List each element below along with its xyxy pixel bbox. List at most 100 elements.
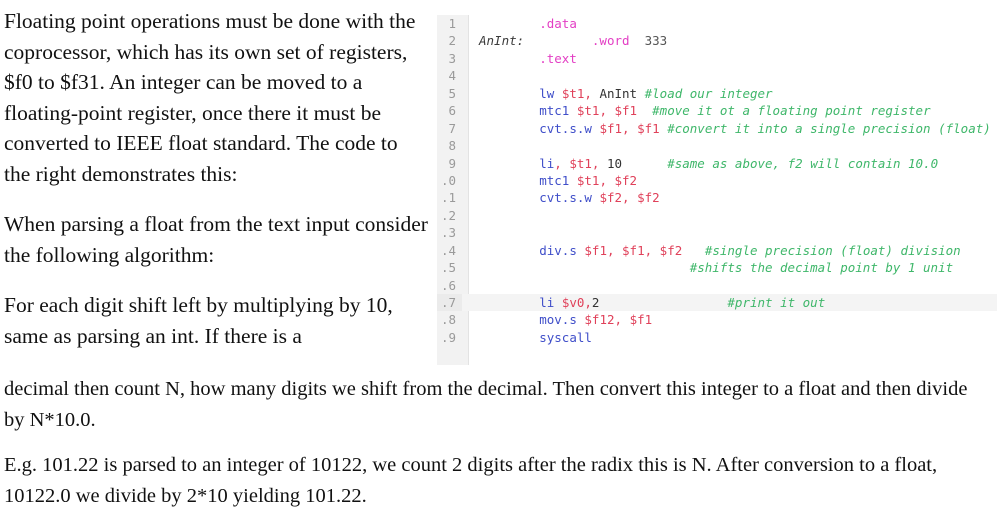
code-token-instruction: div.s bbox=[539, 242, 577, 258]
code-line[interactable]: 6 mtc1 $t1, $f1 #move it ot a floating p… bbox=[437, 102, 997, 120]
code-token-register: $f2 bbox=[599, 190, 623, 206]
code-line[interactable]: 1 .data bbox=[437, 15, 997, 33]
paragraph-example-text: E.g. 101.22 is parsed to an integer of 1… bbox=[4, 454, 938, 507]
code-token-register: $f1 bbox=[637, 120, 660, 136]
line-number: 4 bbox=[437, 67, 462, 85]
code-token-register: , bbox=[554, 155, 570, 171]
code-token-register: $f12 bbox=[584, 312, 615, 328]
code-token-register: , bbox=[614, 312, 630, 328]
code-token-label: AnInt: bbox=[479, 33, 525, 49]
code-line-text: cvt.s.w $f2, $f2 bbox=[479, 189, 660, 206]
code-token-directive: .text bbox=[539, 50, 577, 66]
code-line[interactable]: .8 mov.s $f12, $f1 bbox=[437, 311, 997, 329]
code-line[interactable]: .9 syscall bbox=[437, 328, 997, 347]
line-number: 2 bbox=[437, 32, 462, 50]
code-token-register: $f1 bbox=[614, 103, 638, 119]
code-token-register: $f2 bbox=[637, 190, 660, 206]
code-line[interactable]: .3 bbox=[437, 224, 997, 242]
code-line-text: div.s $f1, $f1, $f2 #single precision (f… bbox=[479, 242, 961, 259]
code-line[interactable]: .6 bbox=[437, 276, 997, 295]
code-line-text: mtc1 $t1, $f2 bbox=[479, 172, 637, 189]
code-token-instruction: mtc1 bbox=[539, 172, 570, 188]
code-token-number: 333 bbox=[644, 33, 668, 49]
code-token-register: , bbox=[599, 103, 615, 119]
code-token-register: $f1 bbox=[629, 312, 653, 328]
code-line-text: mov.s $f12, $f1 bbox=[479, 311, 652, 328]
paragraph-decimal-text: decimal then count N, how many digits we… bbox=[4, 378, 968, 431]
code-line[interactable]: 2 AnInt: .word 333 bbox=[437, 32, 997, 50]
line-number: .0 bbox=[437, 171, 462, 190]
code-token-register: $t1 bbox=[561, 85, 585, 101]
code-token-register: $f2 bbox=[614, 172, 638, 188]
code-line[interactable]: 5 lw $t1, AnInt #load our integer bbox=[437, 84, 997, 103]
code-line[interactable]: .7 li $v0,2 #print it out bbox=[437, 294, 997, 312]
code-line[interactable]: .1 cvt.s.w $f2, $f2 bbox=[437, 189, 997, 207]
code-line-text: li $v0,2 #print it out bbox=[479, 294, 825, 311]
code-lines-container[interactable]: 1 .data 2 AnInt: .word 333 3 .text 4 5 lw $t1… bbox=[437, 15, 997, 347]
code-line[interactable]: 9 li, $t1, 10 #same as above, f2 will co… bbox=[437, 154, 997, 172]
code-token-comment: #same as above, f2 will contain 10.0 bbox=[667, 155, 939, 171]
code-line[interactable]: 3 .text bbox=[437, 49, 997, 68]
code-token-register: , bbox=[622, 120, 638, 136]
code-token-instruction: lw bbox=[539, 85, 555, 101]
code-token-register: , bbox=[584, 295, 592, 310]
code-token-instruction: mov.s bbox=[539, 312, 577, 328]
code-token-register: , bbox=[622, 190, 638, 206]
code-line-text: AnInt: .word 333 bbox=[479, 32, 667, 49]
code-token-comment: #move it ot a floating point register bbox=[652, 103, 931, 119]
code-token-instruction: cvt.s.w bbox=[539, 190, 592, 206]
paragraph-parsing-intro: When parsing a float from the text input… bbox=[4, 212, 428, 267]
line-number: 7 bbox=[437, 119, 462, 138]
line-number: 9 bbox=[437, 154, 462, 172]
line-number: .1 bbox=[437, 189, 462, 207]
code-token-register: , bbox=[606, 242, 623, 258]
code-token-register: $t1 bbox=[576, 172, 600, 188]
code-line-text: syscall bbox=[479, 329, 592, 346]
code-line-text: .data bbox=[479, 15, 577, 32]
code-token-comment: #load our integer bbox=[644, 85, 773, 101]
code-token-register: $t1 bbox=[569, 155, 592, 171]
code-token-register: $f2 bbox=[659, 242, 683, 258]
code-token-register: , bbox=[591, 155, 607, 171]
code-token-register: , bbox=[584, 85, 600, 101]
line-number: 1 bbox=[437, 15, 462, 33]
code-token-comment: #convert it into a single precision (flo… bbox=[667, 120, 991, 136]
code-line[interactable]: 4 bbox=[437, 67, 997, 85]
code-line-text: mtc1 $t1, $f1 #move it ot a floating poi… bbox=[479, 102, 931, 119]
code-line[interactable]: 7 cvt.s.w $f1, $f1 #convert it into a si… bbox=[437, 119, 997, 138]
line-number: 6 bbox=[437, 102, 462, 120]
line-number: .6 bbox=[437, 276, 462, 295]
code-line-text: #shifts the decimal point by 1 unit bbox=[479, 259, 953, 276]
code-token-register: $t1 bbox=[576, 103, 600, 119]
code-line[interactable]: .0 mtc1 $t1, $f2 bbox=[437, 171, 997, 190]
code-line-text: .text bbox=[479, 50, 577, 67]
code-token-instruction: li bbox=[539, 155, 555, 171]
code-line[interactable]: .5 #shifts the decimal point by 1 unit bbox=[437, 259, 997, 277]
code-token-comment: #print it out bbox=[727, 295, 826, 310]
line-number: 5 bbox=[437, 84, 462, 103]
code-line[interactable]: .4 div.s $f1, $f1, $f2 #single precision… bbox=[437, 241, 997, 260]
code-token-comment: #shifts the decimal point by 1 unit bbox=[689, 260, 954, 276]
page-root: Floating point operations must be done w… bbox=[0, 0, 997, 522]
code-line[interactable]: .2 bbox=[437, 206, 997, 225]
code-panel[interactable]: 1 .data 2 AnInt: .word 333 3 .text 4 5 lw $t1… bbox=[437, 15, 997, 365]
line-number: .5 bbox=[437, 259, 462, 277]
code-token-comment: #single precision (float) division bbox=[704, 242, 961, 258]
code-line-text: cvt.s.w $f1, $f1 #convert it into a sing… bbox=[479, 120, 991, 137]
code-line[interactable]: 8 bbox=[437, 137, 997, 155]
